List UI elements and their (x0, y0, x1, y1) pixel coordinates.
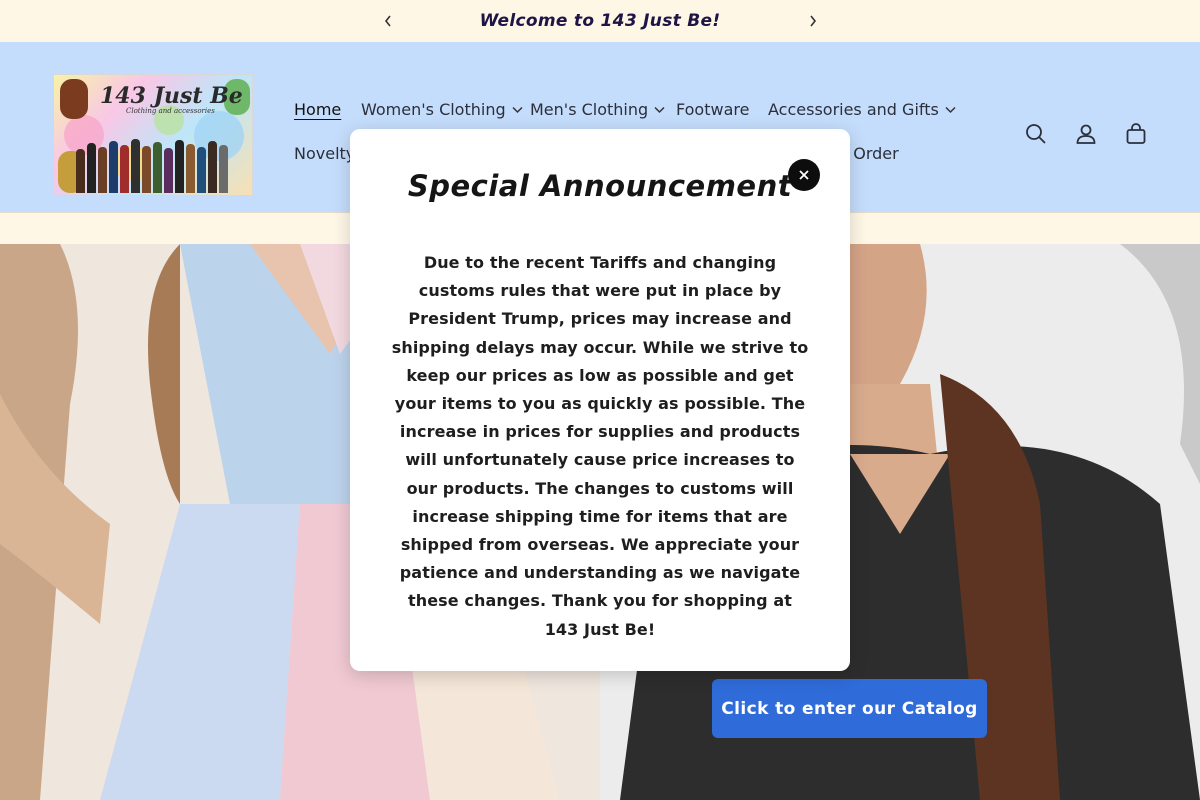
search-icon (1026, 124, 1046, 144)
modal-title: Special Announcement (407, 169, 793, 203)
chevron-down-icon (945, 103, 956, 117)
announcement-bar: Welcome to 143 Just Be! (0, 0, 1200, 42)
chevron-down-icon (512, 103, 523, 117)
announcement-next-button[interactable] (793, 0, 833, 42)
nav-item-home[interactable]: Home (294, 100, 341, 119)
chevron-left-icon (384, 15, 391, 27)
nav-item-footware[interactable]: Footware (676, 100, 749, 119)
nav-item-label: Accessories and Gifts (768, 100, 939, 119)
chevron-down-icon (654, 103, 665, 117)
account-button[interactable] (1072, 120, 1100, 148)
nav-item-womens-clothing[interactable]: Women's Clothing (361, 100, 523, 119)
logo-crowd-illustration (76, 133, 236, 193)
announcement-message: Welcome to 143 Just Be! (479, 11, 721, 31)
nav-item-label: Footware (676, 100, 750, 119)
store-logo[interactable]: 143 Just Be Clothing and accessories (53, 74, 253, 196)
nav-item-accessories-and-gifts[interactable]: Accessories and Gifts (768, 100, 956, 119)
modal-body-text: Due to the recent Tariffs and changing c… (391, 253, 809, 639)
chevron-right-icon (810, 15, 817, 27)
account-icon (1076, 124, 1096, 144)
logo-subtext: Clothing and accessories (126, 107, 215, 115)
logo-text: 143 Just Be (100, 83, 243, 109)
header-icon-group (1022, 120, 1150, 148)
nav-item-label: Men's Clothing (530, 100, 649, 119)
special-announcement-modal: Special Announcement Due to the recent T… (350, 129, 850, 671)
logo-character-left (60, 79, 88, 119)
nav-item-mens-clothing[interactable]: Men's Clothing (530, 100, 665, 119)
cart-icon (1126, 123, 1146, 144)
nav-item-label: Women's Clothing (361, 100, 506, 119)
close-icon (799, 170, 809, 180)
search-button[interactable] (1022, 120, 1050, 148)
modal-close-button[interactable] (788, 159, 820, 191)
announcement-prev-button[interactable] (368, 0, 408, 42)
enter-catalog-button[interactable]: Click to enter our Catalog (712, 679, 987, 738)
cart-button[interactable] (1122, 120, 1150, 148)
nav-item-label: Home (294, 100, 342, 119)
nav-item-novelty[interactable]: Novelty (294, 144, 355, 163)
nav-item-label: Novelty (294, 144, 356, 163)
